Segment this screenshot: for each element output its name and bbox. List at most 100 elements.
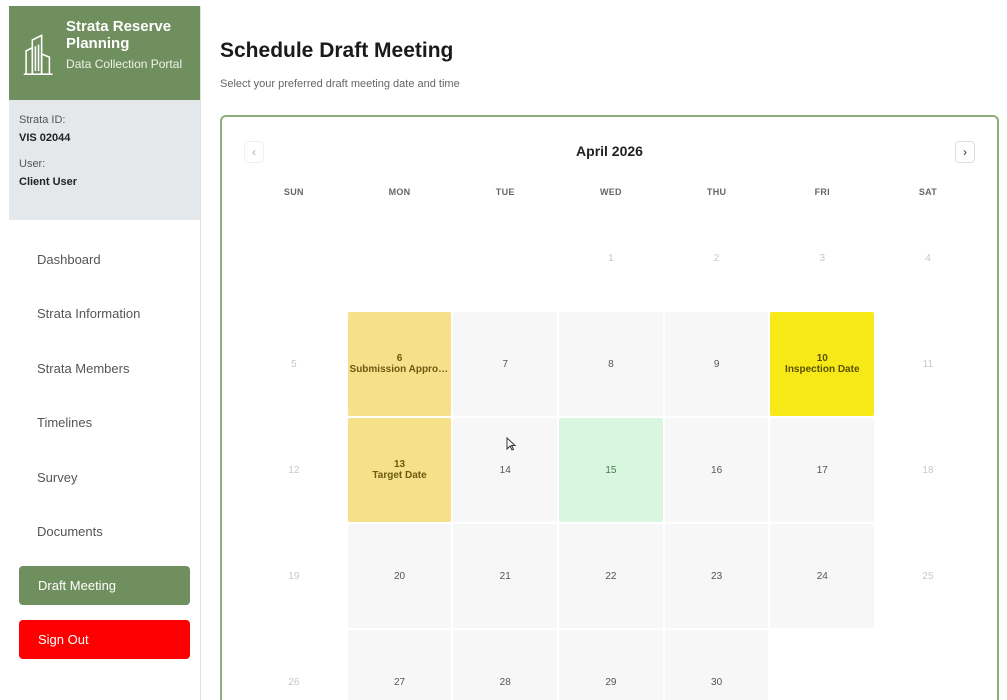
main-content: Schedule Draft Meeting Select your prefe…	[220, 0, 1007, 700]
calendar-day-cell[interactable]: 10 Inspection Date	[770, 312, 875, 416]
calendar-day-cell[interactable]: 14	[453, 418, 558, 522]
nav-item-survey[interactable]: Survey	[9, 450, 200, 505]
calendar-empty-cell	[453, 206, 557, 310]
calendar-day-cell: 4	[876, 206, 980, 310]
nav-item-draft-meeting[interactable]: Draft Meeting	[19, 566, 190, 605]
day-of-week-label: THU	[706, 187, 727, 197]
day-number: 8	[608, 358, 614, 370]
nav-item-dashboard[interactable]: Dashboard	[9, 232, 200, 287]
calendar-day-cell[interactable]: 20	[347, 524, 452, 628]
buildings-icon	[23, 34, 53, 75]
calendar-day-cell: 19	[242, 524, 346, 628]
day-number: 5	[291, 358, 297, 370]
day-number: 7	[502, 358, 508, 370]
calendar-day-cell[interactable]: 13 Target Date	[347, 418, 452, 522]
calendar-empty-cell	[770, 630, 874, 700]
nav-item-strata-members[interactable]: Strata Members	[9, 341, 200, 396]
calendar-day-cell: 25	[876, 524, 980, 628]
calendar-day-cell[interactable]: 7	[453, 312, 558, 416]
calendar-month-label: April 2026	[576, 143, 643, 159]
day-of-week-label: WED	[599, 187, 622, 197]
strata-id-value: VIS 02044	[19, 132, 71, 144]
day-number: 15	[605, 464, 617, 476]
calendar-day-cell: 18	[876, 418, 980, 522]
calendar-day-cell[interactable]: 28	[453, 630, 558, 700]
day-number: 25	[922, 570, 934, 582]
day-number: 28	[499, 676, 511, 688]
calendar-day-cell[interactable]: 6 Submission Approv...	[347, 312, 452, 416]
day-of-week-label: MON	[388, 187, 411, 197]
calendar-day-cell: 2	[665, 206, 769, 310]
strata-id-label: Strata ID:	[19, 114, 66, 126]
nav-item-strata-information[interactable]: Strata Information	[9, 287, 200, 342]
day-number: 22	[605, 570, 617, 582]
account-info: Strata ID: VIS 02044 User: Client User	[9, 100, 200, 220]
day-number: 18	[922, 464, 934, 476]
day-number: 16	[711, 464, 723, 476]
brand-header: Strata Reserve Planning Data Collection …	[9, 6, 200, 100]
day-number: 17	[816, 464, 828, 476]
day-number: 4	[925, 252, 931, 264]
calendar-day-cell[interactable]: 15	[559, 418, 663, 522]
sidebar-nav: Dashboard Strata Information Strata Memb…	[9, 220, 200, 659]
day-number: 6	[396, 353, 403, 364]
day-number: 19	[288, 570, 300, 582]
nav-item-documents[interactable]: Documents	[9, 505, 200, 560]
day-of-week-label: SAT	[918, 187, 938, 197]
day-number: 9	[713, 358, 720, 370]
calendar-day-cell[interactable]: 23	[664, 524, 769, 628]
calendar-day-cell[interactable]: 21	[453, 524, 558, 628]
sign-out-button[interactable]: Sign Out	[19, 620, 190, 659]
calendar-event-label: Submission Approv...	[349, 364, 450, 375]
user-label: User:	[19, 158, 46, 170]
calendar-grid: 1 2 3 4 5 6 Submission Approv... 7 8 9 10 Inspectio…	[241, 205, 981, 700]
calendar-day-cell: 1	[559, 206, 663, 310]
day-number: 27	[393, 676, 406, 688]
day-number: 14	[499, 464, 511, 476]
day-number: 13	[393, 459, 406, 470]
day-number: 11	[922, 358, 934, 370]
day-number: 30	[711, 676, 723, 688]
calendar-day-cell[interactable]: 24	[770, 524, 875, 628]
day-number: 1	[608, 252, 614, 264]
calendar-event-label: Target Date	[372, 470, 427, 481]
calendar-empty-cell	[876, 630, 980, 700]
calendar-day-cell[interactable]: 9	[664, 312, 769, 416]
calendar-day-cell[interactable]: 22	[559, 524, 663, 628]
day-number: 24	[816, 570, 828, 582]
sidebar: Strata Reserve Planning Data Collection …	[9, 6, 201, 700]
calendar-day-cell[interactable]: 29	[559, 630, 663, 700]
user-value: Client User	[19, 176, 78, 188]
next-month-button[interactable]: ›	[955, 141, 975, 163]
calendar-day-cell: 5	[242, 312, 346, 416]
calendar-empty-cell	[242, 206, 346, 310]
day-number: 23	[711, 570, 723, 582]
mouse-cursor-icon	[506, 437, 516, 451]
calendar-day-cell[interactable]: 16	[664, 418, 769, 522]
day-number: 12	[288, 464, 300, 476]
calendar-day-cell: 3	[770, 206, 874, 310]
day-of-week-label: FRI	[814, 187, 830, 197]
nav-item-timelines[interactable]: Timelines	[9, 396, 200, 451]
day-number: 3	[819, 252, 826, 264]
calendar-day-cell[interactable]: 8	[559, 312, 663, 416]
brand-subtitle: Data Collection Portal	[66, 57, 183, 71]
calendar-day-cell: 11	[876, 312, 980, 416]
page-subtitle: Select your preferred draft meeting date…	[220, 78, 460, 90]
day-number: 2	[713, 252, 720, 264]
calendar-day-cell: 26	[242, 630, 346, 700]
page-title: Schedule Draft Meeting	[220, 39, 454, 62]
calendar-day-cell[interactable]: 27	[347, 630, 452, 700]
day-of-week-header: SUN MON TUE WED THU FRI SAT	[241, 187, 981, 197]
day-of-week-label: TUE	[495, 187, 515, 197]
day-number: 20	[393, 570, 406, 582]
day-number: 21	[499, 570, 511, 582]
brand-title: Strata Reserve Planning	[66, 18, 172, 52]
day-number: 29	[605, 676, 617, 688]
day-of-week-label: SUN	[283, 187, 304, 197]
calendar-day-cell[interactable]: 30	[664, 630, 769, 700]
day-number: 10	[816, 353, 828, 364]
calendar-event-label: Inspection Date	[785, 364, 860, 375]
calendar-card: ‹ April 2026 › SUN MON TUE WED THU FRI SAT 123…	[220, 115, 999, 700]
calendar-day-cell[interactable]: 17	[770, 418, 875, 522]
